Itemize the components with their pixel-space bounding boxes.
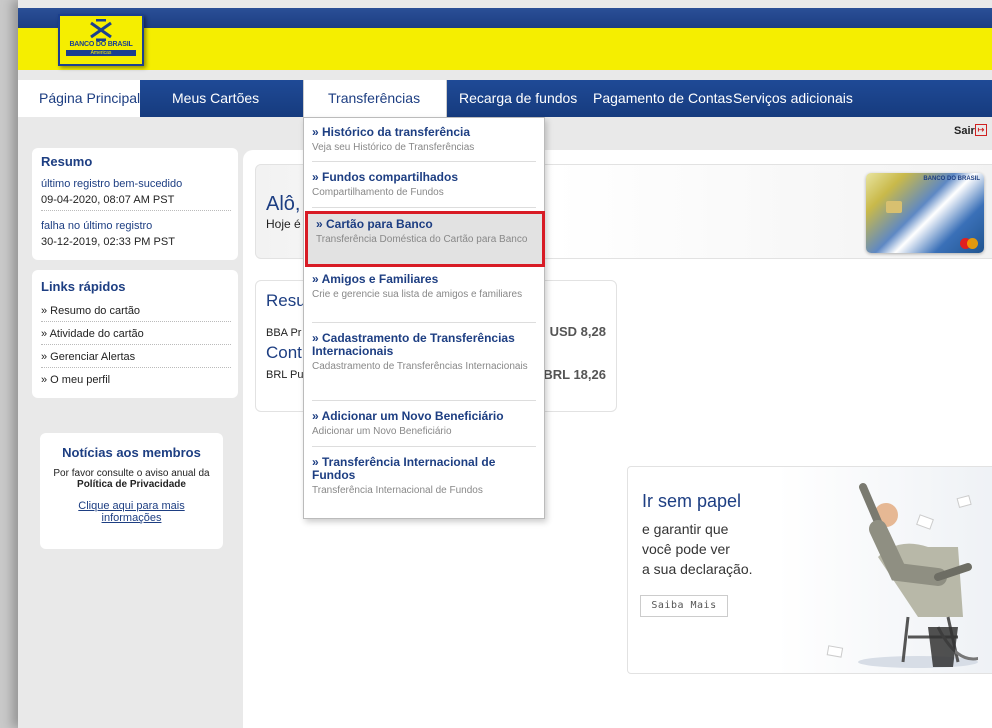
nav-additional-services[interactable]: Serviços adicionais [733,80,853,117]
more-info-link[interactable]: Clique aqui para mais [40,500,223,512]
more-info-link-2[interactable]: informações [40,512,223,524]
dropdown-item-title: » Transferência Internacional de Fundos [312,455,496,482]
dropdown-divider [312,207,536,208]
learn-more-button[interactable]: Saiba Mais [640,595,728,617]
member-news-text: Por favor consulte o aviso anual da [53,468,210,479]
summary-panel: Resumo último registro bem-sucedido 09-0… [32,148,238,260]
dropdown-divider [312,400,536,401]
dropdown-item-desc: Veja seu Histórico de Transferências [312,142,475,153]
nav-fund-reload[interactable]: Recarga de fundos [459,80,577,117]
main-nav: Página Principal Meus Cartões Transferên… [18,80,992,117]
bank-logo[interactable]: BANCO DO BRASIL Americas [58,14,144,66]
dropdown-divider [312,446,536,447]
dropdown-item-intl-registration[interactable]: » Cadastramento de Transferências Intern… [304,331,544,373]
privacy-policy-text: Política de Privacidade [77,479,186,490]
dropdown-item-friends-family[interactable]: » Amigos e Familiares Crie e gerencie su… [304,272,544,301]
browser-page: BANCO DO BRASIL Americas Página Principa… [18,0,992,728]
dropdown-item-desc: Cadastramento de Transferências Internac… [312,361,528,372]
dropdown-item-title: » Fundos compartilhados [312,170,459,184]
dropdown-item-desc: Crie e gerencie sua lista de amigos e fa… [312,289,523,300]
dropdown-item-card-to-bank[interactable]: » Cartão para Banco Transferência Domést… [305,211,545,267]
dropdown-item-title: » Histórico da transferência [312,125,471,139]
account-row-2-value: BRL 18,26 [543,367,606,382]
member-news-title: Notícias aos membros [62,445,201,460]
nav-bill-payment[interactable]: Pagamento de Contas [593,80,732,117]
logout-link[interactable]: Sair [954,125,975,137]
dropdown-item-desc: Transferência Doméstica do Cartão para B… [316,234,528,245]
dropdown-divider [312,322,536,323]
promo-line-1: e garantir que [642,521,729,537]
bank-logo-subtext: Americas [66,50,136,56]
quick-link-my-profile[interactable]: » O meu perfil [41,374,231,390]
dropdown-item-desc: Transferência Internacional de Fundos [312,485,483,496]
welcome-greeting: Alô, [266,193,301,215]
dropdown-item-title: » Cadastramento de Transferências Intern… [312,331,515,358]
member-news-panel: Notícias aos membros Por favor consulte … [40,433,223,549]
last-success-time: 09-04-2020, 08:07 AM PST [41,194,231,211]
mastercard-icon [960,238,978,249]
promo-heading: Ir sem papel [642,491,742,511]
logout-icon[interactable]: ↦ [975,124,987,136]
dropdown-item-title: » Adicionar um Novo Beneficiário [312,409,504,423]
paperless-promo: Ir sem papel e garantir que você pode ve… [627,466,992,674]
dropdown-item-desc: Compartilhamento de Fundos [312,187,444,198]
account-row-1-label: BBA Pr [266,327,302,339]
nav-home[interactable]: Página Principal [18,80,140,117]
dropdown-item-shared-funds[interactable]: » Fundos compartilhados Compartilhamento… [304,170,544,199]
dropdown-divider [312,161,536,162]
bank-logo-text: BANCO DO BRASIL [69,41,133,48]
account-row-2-label: BRL Pu [266,369,304,381]
top-blue-bar [18,8,992,28]
nav-transfers[interactable]: Transferências [303,80,447,117]
summary-title: Resumo [41,154,93,169]
dropdown-item-intl-transfer[interactable]: » Transferência Internacional de Fundos … [304,455,544,497]
quick-link-card-activity[interactable]: » Atividade do cartão [41,328,231,345]
dropdown-item-title: » Cartão para Banco [316,217,433,231]
account-summary-title: Resu [266,291,306,310]
quick-link-card-summary[interactable]: » Resumo do cartão [41,305,231,322]
quick-links-panel: Links rápidos » Resumo do cartão » Ativi… [32,270,238,398]
nav-my-cards[interactable]: Meus Cartões [172,80,259,117]
dropdown-item-add-beneficiary[interactable]: » Adicionar um Novo Beneficiário Adicion… [304,409,544,438]
card-chip-icon [886,201,902,213]
account-section-title: Cont [266,343,302,362]
account-row-1-value: USD 8,28 [549,324,606,339]
bank-logo-icon [90,19,112,41]
promo-line-2: você pode ver [642,541,730,557]
last-fail-time: 30-12-2019, 02:33 PM PST [41,236,175,248]
last-fail-label: falha no último registro [41,220,153,232]
dropdown-item-transfer-history[interactable]: » Histórico da transferência Veja seu Hi… [304,125,544,154]
card-brand-text: BANCO DO BRASIL [923,176,980,182]
businessman-illustration [826,483,978,668]
last-success-label: último registro bem-sucedido [41,178,183,190]
brand-yellow-bar [18,28,992,70]
credit-card-image: BANCO DO BRASIL [866,173,984,253]
quick-link-manage-alerts[interactable]: » Gerenciar Alertas [41,351,231,368]
promo-line-3: a sua declaração. [642,561,753,577]
dropdown-item-desc: Adicionar um Novo Beneficiário [312,426,452,437]
dropdown-item-title: » Amigos e Familiares [312,272,439,286]
quick-links-title: Links rápidos [41,279,126,294]
welcome-date: Hoje é [266,217,301,231]
transfers-dropdown-menu: » Histórico da transferência Veja seu Hi… [303,117,545,519]
